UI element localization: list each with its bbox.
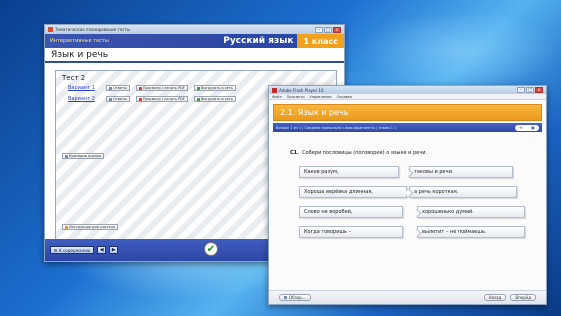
answers-button[interactable]: Ответы	[106, 85, 130, 91]
maximize-button[interactable]: □	[324, 26, 332, 33]
close-button[interactable]: ×	[535, 87, 543, 93]
print-label: Просмотр / печать PDF	[142, 97, 185, 101]
back-button[interactable]: Назад	[483, 294, 507, 301]
flash-icon	[272, 87, 277, 93]
variant-row: Вариант 2 Ответы Просмотр / печать PDF В…	[68, 96, 236, 102]
right-card[interactable]: хорошенько думай.	[412, 206, 525, 218]
desktop-glow	[360, 10, 560, 90]
variant-link[interactable]: Вариант 1	[68, 85, 100, 91]
print-icon[interactable]: ▣	[531, 125, 535, 130]
reset-icon[interactable]: ⟲	[519, 125, 522, 130]
maximize-button[interactable]: □	[526, 87, 534, 93]
close-button[interactable]: ×	[333, 26, 341, 33]
export-button[interactable]: Выгрузить в сеть	[193, 96, 236, 102]
answers-button[interactable]: Ответы	[106, 96, 130, 102]
answers-label: Ответы	[113, 97, 127, 101]
flash-player-window: Adobe Flash Player 10 – □ × Файл Просмот…	[268, 85, 547, 305]
answers-icon	[109, 86, 112, 90]
export-icon	[196, 97, 200, 101]
question-text: Собери пословицы (поговорки) о языке и р…	[302, 150, 428, 156]
right-card-label: таковы и речи.	[414, 169, 454, 175]
criteria-button[interactable]: Критерии оценки	[62, 153, 105, 159]
overview-button[interactable]: Обзор...	[279, 294, 311, 301]
app-icon	[48, 27, 53, 32]
question-ribbon: Вопрос 1 из 1 | Соедини правильно слова …	[273, 123, 542, 132]
print-pdf-button[interactable]: Просмотр / печать PDF	[135, 96, 188, 102]
footer-bar: Обзор... Назад Вперёд	[269, 290, 546, 304]
contents-label: К содержанию	[59, 247, 91, 253]
forward-button[interactable]: Вперёд	[510, 294, 536, 301]
prev-button[interactable]: ◀	[97, 246, 107, 254]
grade-badge: 1 класс	[297, 34, 344, 48]
connector-notch	[412, 228, 422, 238]
title-bar[interactable]: Adobe Flash Player 10 – □ ×	[269, 86, 546, 94]
menu-file[interactable]: Файл	[272, 95, 282, 99]
connector-notch	[412, 208, 422, 218]
app-header: Интерактивные тесты Русский язык 1 класс	[45, 34, 344, 48]
right-card[interactable]: а речь короткая.	[404, 186, 517, 198]
right-card-label: а речь короткая.	[414, 189, 459, 195]
minimize-button[interactable]: –	[517, 87, 525, 93]
checkmark-logo-icon: ✔	[204, 242, 218, 256]
section-title: Язык и речь	[45, 48, 344, 63]
teacher-guide-button[interactable]: Инструкция для учителя	[62, 224, 118, 230]
contents-button[interactable]: К содержанию	[50, 246, 95, 254]
answers-label: Ответы	[113, 86, 127, 90]
right-card[interactable]: вылетит – не поймаешь.	[412, 226, 525, 238]
export-icon	[196, 86, 200, 90]
connector-notch	[404, 168, 414, 178]
minimize-button[interactable]: –	[315, 26, 323, 33]
test-title: Тест 2	[62, 74, 86, 82]
variant-link[interactable]: Вариант 2	[68, 96, 100, 102]
left-card[interactable]: Хороша верёвка длинная,	[299, 186, 407, 198]
export-label: Выгрузить в сеть	[200, 97, 233, 101]
left-card[interactable]: Слово не воробей,	[299, 206, 403, 218]
right-card-label: вылетит – не поймаешь.	[422, 229, 487, 235]
print-pdf-button[interactable]: Просмотр / печать PDF	[135, 85, 188, 91]
document-icon	[65, 154, 68, 158]
menu-bar: Файл Просмотр Управление Справка	[269, 94, 546, 100]
overview-icon	[284, 296, 287, 299]
next-button[interactable]: ▶	[109, 246, 119, 254]
header-label: Интерактивные тесты	[45, 34, 220, 48]
subject-title: Русский язык	[219, 34, 298, 48]
criteria-label: Критерии оценки	[69, 154, 102, 158]
window-title: Тематическое планирование тесты	[55, 27, 130, 32]
print-label: Просмотр / печать PDF	[142, 86, 185, 90]
question-number: С1.	[290, 150, 300, 156]
tools-pill: ⟲ ▣	[515, 124, 539, 131]
export-button[interactable]: Выгрузить в сеть	[193, 85, 236, 91]
pdf-icon	[138, 97, 142, 101]
menu-view[interactable]: Просмотр	[287, 95, 305, 99]
right-card[interactable]: таковы и речи.	[404, 166, 513, 178]
pdf-icon	[138, 86, 142, 90]
menu-control[interactable]: Управление	[310, 95, 332, 99]
export-label: Выгрузить в сеть	[200, 86, 233, 90]
answers-icon	[109, 97, 112, 101]
contents-icon	[54, 248, 57, 252]
right-card-label: хорошенько думай.	[422, 209, 474, 215]
variant-row: Вариант 1 Ответы Просмотр / печать PDF В…	[68, 85, 236, 91]
menu-help[interactable]: Справка	[337, 95, 352, 99]
overview-label: Обзор...	[289, 295, 306, 300]
guide-icon	[65, 225, 68, 229]
lesson-title: 2.1. Язык и речь	[273, 104, 542, 121]
teacher-guide-label: Инструкция для учителя	[69, 225, 115, 229]
ribbon-text: Вопрос 1 из 1 | Соедини правильно слова …	[276, 125, 397, 130]
left-card[interactable]: Каков разум,	[299, 166, 399, 178]
title-bar[interactable]: Тематическое планирование тесты – □ ×	[45, 25, 344, 34]
left-card[interactable]: Когда говоришь –	[299, 226, 403, 238]
window-title: Adobe Flash Player 10	[279, 87, 324, 93]
question: С1. Собери пословицы (поговорки) о языке …	[290, 150, 427, 156]
